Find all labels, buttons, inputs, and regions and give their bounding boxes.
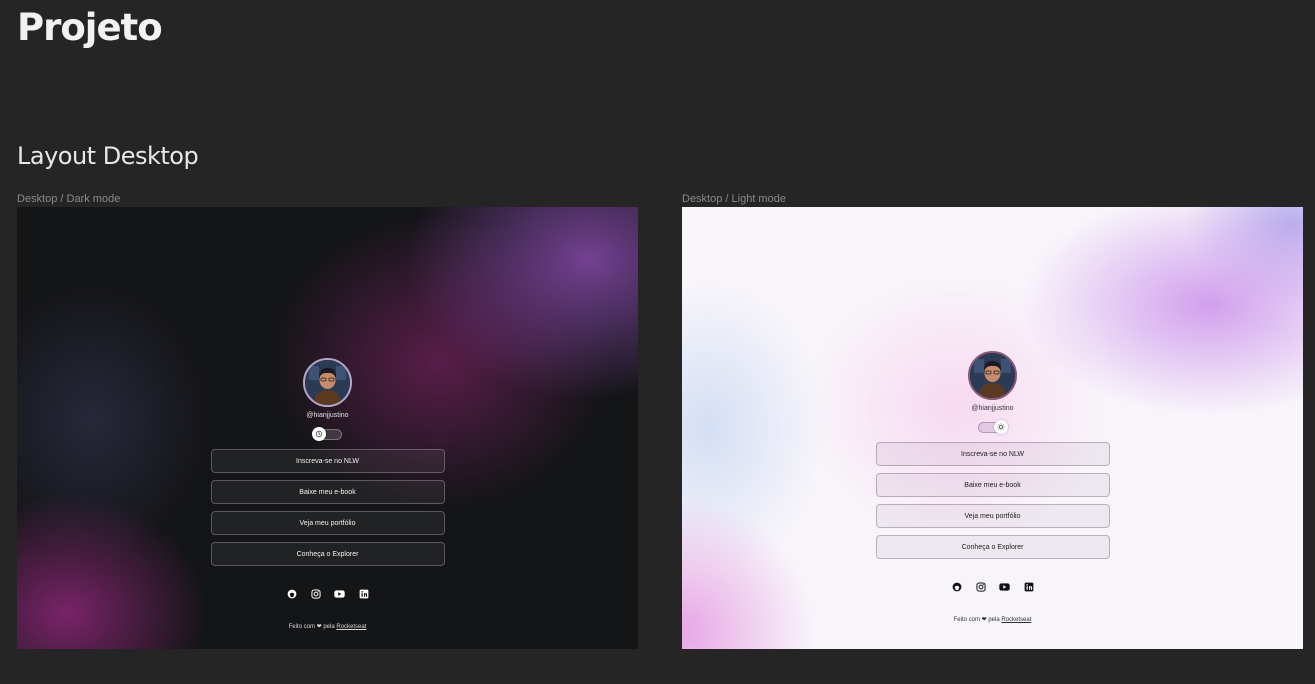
theme-toggle[interactable]: [312, 427, 342, 441]
link-button-nlw[interactable]: Inscreva-se no NLW: [210, 449, 445, 473]
frame-dark-mode[interactable]: @hianjjustino Inscreva-se no NLW Baixe m…: [17, 207, 638, 649]
sun-icon: [994, 420, 1008, 434]
theme-toggle[interactable]: [978, 420, 1008, 434]
instagram-icon[interactable]: [310, 588, 321, 599]
github-icon[interactable]: [286, 588, 297, 599]
profile-handle: @hianjjustino: [971, 405, 1014, 412]
link-list: Inscreva-se no NLW Baixe meu e-book Veja…: [210, 449, 445, 566]
link-list: Inscreva-se no NLW Baixe meu e-book Veja…: [875, 442, 1110, 559]
link-button-explorer[interactable]: Conheça o Explorer: [210, 542, 445, 566]
link-button-explorer[interactable]: Conheça o Explorer: [875, 535, 1110, 559]
heart-icon: ❤: [316, 624, 322, 630]
youtube-icon[interactable]: [334, 588, 345, 599]
footer-credit: Feito com ❤ pela Rocketseat: [953, 617, 1032, 623]
link-button-ebook[interactable]: Baixe meu e-book: [210, 480, 445, 504]
frame-label-light[interactable]: Desktop / Light mode: [682, 193, 786, 205]
moon-icon: [312, 427, 326, 441]
section-title: Layout Desktop: [17, 142, 199, 170]
avatar: [303, 358, 352, 407]
linkedin-icon[interactable]: [1023, 581, 1034, 592]
frame-light-mode[interactable]: @hianjjustino Inscreva-se no NLW Baixe m…: [682, 207, 1303, 649]
profile-handle: @hianjjustino: [306, 412, 349, 419]
link-button-portfolio[interactable]: Veja meu portfólio: [875, 504, 1110, 528]
footer-credit: Feito com ❤ pela Rocketseat: [288, 624, 367, 630]
link-button-ebook[interactable]: Baixe meu e-book: [875, 473, 1110, 497]
link-button-portfolio[interactable]: Veja meu portfólio: [210, 511, 445, 535]
avatar: [968, 351, 1017, 400]
rocketseat-link[interactable]: Rocketseat: [336, 624, 366, 630]
linkedin-icon[interactable]: [358, 588, 369, 599]
youtube-icon[interactable]: [999, 581, 1010, 592]
instagram-icon[interactable]: [975, 581, 986, 592]
social-links: [951, 581, 1034, 592]
rocketseat-link[interactable]: Rocketseat: [1001, 617, 1031, 623]
social-links: [286, 588, 369, 599]
profile-card: @hianjjustino Inscreva-se no NLW Baixe m…: [682, 351, 1303, 623]
link-button-nlw[interactable]: Inscreva-se no NLW: [875, 442, 1110, 466]
frame-label-dark[interactable]: Desktop / Dark mode: [17, 193, 120, 205]
page-title: Projeto: [17, 6, 163, 49]
github-icon[interactable]: [951, 581, 962, 592]
heart-icon: ❤: [981, 617, 987, 623]
profile-card: @hianjjustino Inscreva-se no NLW Baixe m…: [17, 358, 638, 630]
